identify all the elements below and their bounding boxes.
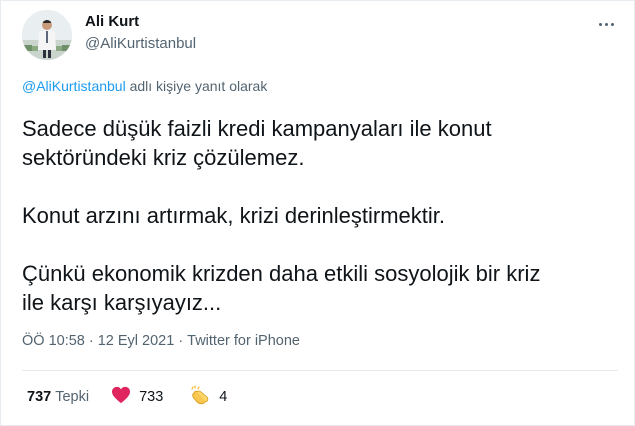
avatar[interactable] [22,10,72,60]
tweet-stats: 737 Tepki 733 4 [22,385,227,409]
meta-separator: · [178,333,184,349]
tweet-meta: ÖÖ 10:58 · 12 Eyl 2021 · Twitter for iPhone [22,333,300,349]
reply-mention-link[interactable]: @AliKurtistanbul [22,78,126,94]
quote-tweets-stat[interactable]: 737 Tepki [27,389,89,405]
tweet-time[interactable]: ÖÖ 10:58 [22,333,85,349]
author-name[interactable]: Ali Kurt [85,13,139,30]
meta-separator: · [88,333,94,349]
divider [22,370,618,371]
author-handle[interactable]: @AliKurtistanbul [85,35,196,52]
more-dots-icon[interactable] [595,14,617,34]
tweet-text: Sadece düşük faizli kredi kampanyaları i… [22,114,622,317]
likes-count: 733 [139,389,164,405]
reply-context: @AliKurtistanbul adlı kişiye yanıt olara… [22,78,267,94]
heart-icon [111,386,131,408]
tweet-line: Konut arzını artırmak, krizi derinleştir… [22,203,446,228]
tweet-line: sektöründeki kriz çözülemez. [22,145,305,170]
tweet-source[interactable]: Twitter for iPhone [187,333,300,349]
tweet-line: Çünkü ekonomik krizden daha etkili sosyo… [22,261,541,286]
tweet-card: Ali Kurt @AliKurtistanbul @AliKurtistanb… [0,0,635,426]
quote-label: Tepki [55,389,90,405]
tweet-line: Sadece düşük faizli kredi kampanyaları i… [22,116,492,141]
reply-context-label: adlı kişiye yanıt olarak [125,78,268,94]
tweet-line: ile karşı karşıyayız... [22,290,222,315]
clapping-hands-icon [189,385,211,409]
likes-stat[interactable]: 733 [111,386,163,408]
avatar-image [22,10,72,60]
tweet-date[interactable]: 12 Eyl 2021 [98,333,175,349]
claps-count: 4 [219,389,228,405]
claps-stat[interactable]: 4 [189,385,227,409]
quote-count: 737 [27,389,52,405]
